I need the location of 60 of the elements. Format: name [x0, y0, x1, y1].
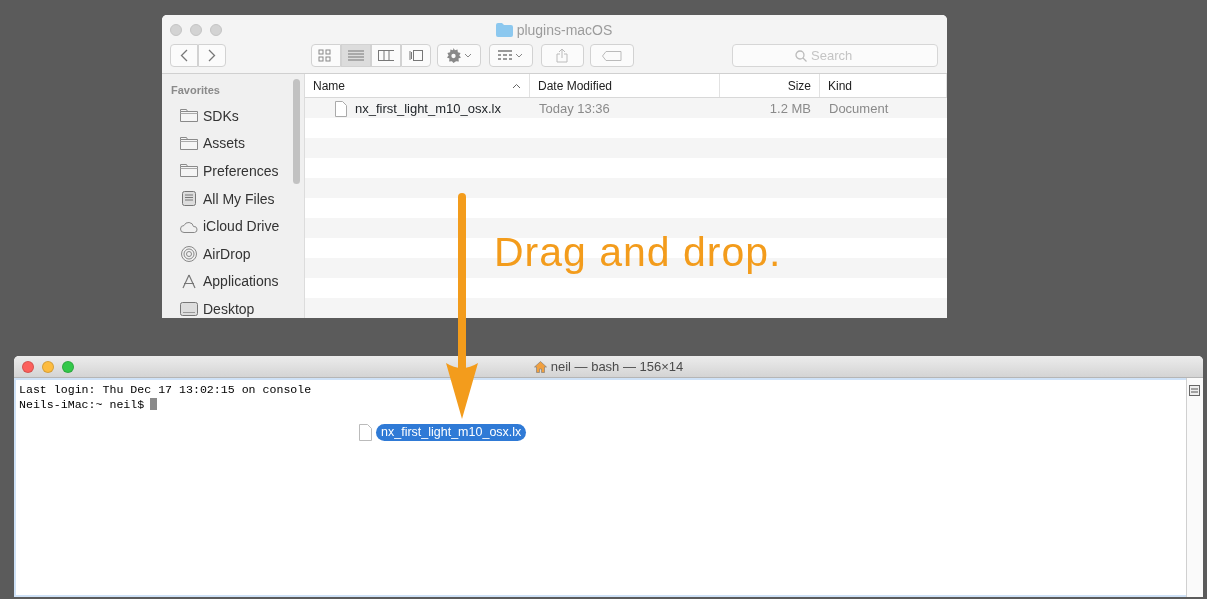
- chevron-left-icon: [180, 49, 188, 62]
- size-cell-text: 1.2 MB: [768, 100, 812, 119]
- tag-button[interactable]: [590, 44, 634, 67]
- annotation-text: Drag and drop.: [494, 228, 782, 277]
- terminal-line: Neils-iMac:~ neil$: [19, 398, 145, 411]
- column-header[interactable]: Name: [305, 74, 530, 97]
- chevron-right-icon: [208, 49, 216, 62]
- icons-view-icon: [318, 49, 334, 62]
- sidebar-item[interactable]: Applications: [171, 268, 304, 296]
- view-mode-button[interactable]: [371, 44, 401, 67]
- coverflow-view-icon: [408, 49, 424, 62]
- share-button[interactable]: [540, 44, 585, 67]
- column-header[interactable]: Kind: [820, 74, 947, 97]
- view-mode-button[interactable]: [311, 44, 341, 67]
- compass-icon: [180, 273, 198, 290]
- columns-view-icon: [378, 49, 394, 62]
- document-icon: [335, 101, 347, 117]
- action-button[interactable]: [437, 44, 481, 67]
- back-button[interactable]: [170, 44, 198, 67]
- caret-icon: [463, 53, 472, 58]
- sidebar-item[interactable]: AirDrop: [171, 240, 304, 269]
- window-title: plugins-macOS: [516, 20, 613, 40]
- file-cabinet-icon: [180, 191, 198, 208]
- sidebar-item[interactable]: Preferences: [171, 157, 304, 186]
- folder-icon: [180, 108, 198, 125]
- document-icon: [359, 424, 372, 441]
- home-icon: [533, 360, 547, 373]
- column-header[interactable]: Size: [720, 74, 820, 97]
- split-view-icon[interactable]: [1189, 385, 1200, 397]
- arrange-button[interactable]: [488, 44, 533, 67]
- list-view-icon: [348, 49, 364, 62]
- kind-cell-text: Document: [828, 100, 890, 119]
- close-button[interactable]: [170, 24, 182, 36]
- gear-icon: [445, 48, 461, 63]
- folder-icon: [180, 135, 198, 152]
- tag-icon: [602, 50, 623, 61]
- window-title: neil — bash — 156×14: [550, 357, 684, 376]
- sidebar-item[interactable]: All My Files: [171, 185, 304, 213]
- scrollbar-thumb[interactable]: [293, 79, 300, 184]
- date-cell-text: Today 13:36: [538, 100, 611, 119]
- sidebar-item[interactable]: SDKs: [171, 102, 304, 131]
- file-name[interactable]: nx_first_light_m10_osx.lx: [305, 99, 530, 119]
- airdrop-icon: [180, 246, 198, 263]
- sidebar-item[interactable]: Desktop: [171, 295, 304, 318]
- forward-button[interactable]: [198, 44, 226, 67]
- share-icon: [556, 48, 569, 63]
- sidebar-heading: Favorites: [171, 83, 221, 98]
- sidebar-item[interactable]: iCloud Drive: [171, 212, 304, 241]
- minimize-button[interactable]: [190, 24, 202, 36]
- grid-icon: [498, 50, 513, 61]
- folder-icon: [495, 23, 513, 37]
- folder-icon: [180, 163, 198, 180]
- search-icon: [795, 50, 807, 62]
- sidebar-item[interactable]: Assets: [171, 130, 304, 158]
- terminal-line: Last login: Thu Dec 17 13:02:15 on console: [19, 383, 312, 396]
- dragged-file-label: nx_first_light_m10_osx.lx: [376, 424, 527, 441]
- column-header[interactable]: Date Modified: [530, 74, 720, 97]
- view-mode-button[interactable]: [401, 44, 431, 67]
- caret-icon: [515, 53, 524, 58]
- zoom-button[interactable]: [210, 24, 222, 36]
